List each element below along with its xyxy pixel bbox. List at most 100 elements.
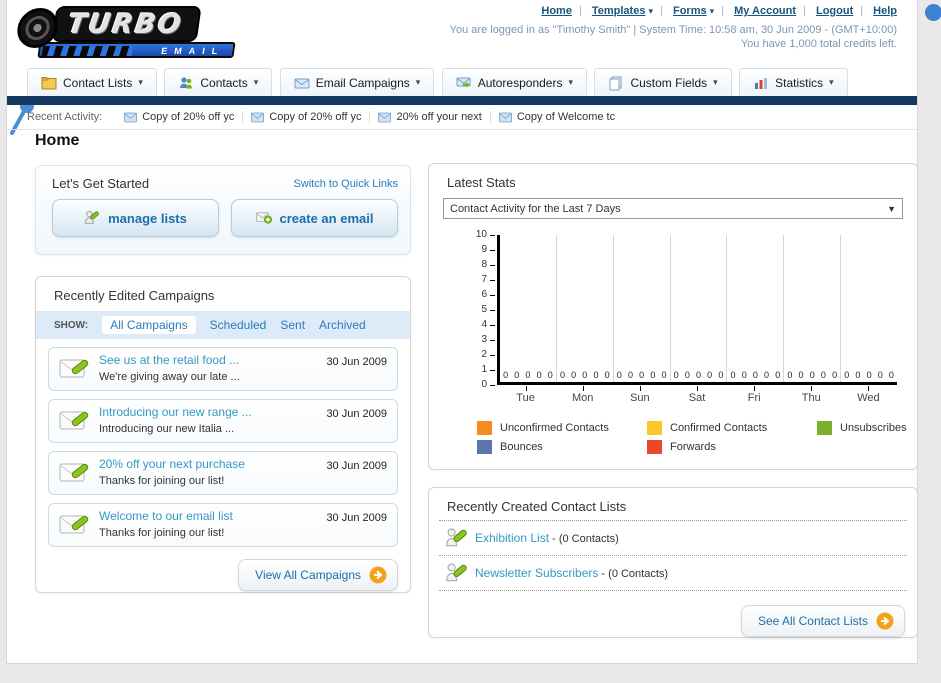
legend-swatch <box>647 421 662 435</box>
chart-value-label: 0 <box>888 370 894 380</box>
campaign-date: 30 Jun 2009 <box>326 460 387 472</box>
legend-swatch <box>647 440 662 454</box>
campaign-subtitle: Introducing our new Italia ... <box>99 423 235 435</box>
recent-activity-item[interactable]: 20% off your next <box>370 111 491 123</box>
chart-value-label: 0 <box>627 370 633 380</box>
chart-value-label: 0 <box>844 370 850 380</box>
stats-period-select[interactable]: Contact Activity for the Last 7 Days ▼ <box>443 198 903 219</box>
y-axis-tick-label: 10 <box>475 229 487 240</box>
bar-chart-icon <box>755 77 768 89</box>
navy-divider-bar <box>7 96 917 105</box>
legend-item: Bounces <box>477 440 647 454</box>
recent-activity-item[interactable]: Copy of 20% off yc <box>116 111 244 123</box>
see-all-contact-lists-button[interactable]: See All Contact Lists <box>740 605 905 637</box>
chart-value-label: 0 <box>696 370 702 380</box>
campaign-link[interactable]: Introducing our new range ... <box>99 405 326 419</box>
person-pencil-icon <box>446 528 467 547</box>
chart-day-group: 00000 <box>555 235 613 382</box>
create-email-button[interactable]: create an email <box>231 199 398 237</box>
tab-label: Email Campaigns <box>315 75 410 90</box>
chevron-down-icon: ▾ <box>648 6 654 16</box>
chart-day-group: 00000 <box>500 235 556 382</box>
nav-my-account-link[interactable]: My Account <box>734 5 796 17</box>
chevron-down-icon: ▾ <box>415 77 421 87</box>
campaign-link[interactable]: 20% off your next purchase <box>99 457 326 471</box>
chart-value-label: 0 <box>639 370 645 380</box>
chart-value-labels: 00000 <box>671 370 727 380</box>
nav-forms-link[interactable]: Forms <box>673 5 707 17</box>
chart-value-label: 0 <box>730 370 736 380</box>
nav-templates-link[interactable]: Templates <box>592 5 646 17</box>
chart-value-label: 0 <box>582 370 588 380</box>
envelope-plus-icon <box>255 212 272 224</box>
nav-logout-link[interactable]: Logout <box>816 5 853 17</box>
pages-icon <box>609 76 622 90</box>
get-started-panel: Let's Get Started Switch to Quick Links … <box>35 165 411 255</box>
switch-quick-links[interactable]: Switch to Quick Links <box>293 178 398 190</box>
manage-lists-button[interactable]: manage lists <box>52 199 219 237</box>
chart-x-labels: Tue Mon Sun Sat Fri Thu Wed <box>497 386 897 404</box>
tab-label: Contact Lists <box>63 75 133 90</box>
envelope-pencil-icon <box>59 463 89 482</box>
x-axis-tick-label: Sat <box>668 386 725 404</box>
filter-archived[interactable]: Archived <box>319 318 366 332</box>
chart-value-label: 0 <box>741 370 747 380</box>
chart-value-label: 0 <box>616 370 622 380</box>
recent-activity-text: Copy of Welcome tc <box>516 111 616 123</box>
tab-contact-lists[interactable]: Contact Lists ▾ <box>27 68 157 96</box>
y-axis-tick <box>490 370 495 371</box>
campaign-row[interactable]: 20% off your next purchase Thanks for joi… <box>48 451 398 495</box>
campaign-row[interactable]: Welcome to our email list Thanks for join… <box>48 503 398 547</box>
chart-legend: Unconfirmed Contacts Confirmed Contacts Un… <box>477 421 917 454</box>
legend-item: Confirmed Contacts <box>647 421 817 435</box>
envelope-pencil-icon <box>59 411 89 430</box>
chart-value-label: 0 <box>661 370 667 380</box>
nav-home-link[interactable]: Home <box>541 5 572 17</box>
legend-label: Forwards <box>670 441 716 453</box>
campaign-subtitle: Thanks for joining our list! <box>99 475 225 487</box>
chart-value-label: 0 <box>787 370 793 380</box>
tab-custom-fields[interactable]: Custom Fields ▾ <box>594 68 732 96</box>
logo-title: TURBO <box>51 6 202 42</box>
legend-item: Forwards <box>647 440 817 454</box>
contact-list-row[interactable]: Exhibition List - (0 Contacts) <box>429 521 917 555</box>
chart-value-label: 0 <box>604 370 610 380</box>
campaign-row[interactable]: Introducing our new range ... Introducing… <box>48 399 398 443</box>
recent-activity-item[interactable]: Copy of 20% off yc <box>243 111 371 123</box>
people-icon <box>180 76 193 88</box>
campaign-subtitle: We're giving away our late ... <box>99 371 240 383</box>
recent-activity-bar: Recent Activity: Copy of 20% off yc Copy… <box>7 105 917 130</box>
contact-list-row[interactable]: Newsletter Subscribers - (0 Contacts) <box>429 556 917 590</box>
campaign-filter-bar: SHOW: All Campaigns Scheduled Sent Archi… <box>36 311 410 339</box>
tab-contacts[interactable]: Contacts ▾ <box>164 68 273 96</box>
y-axis-tick-label: 4 <box>481 319 487 330</box>
status-line-1: You are logged in as "Timothy Smith" | S… <box>449 24 897 36</box>
page-title: Home <box>35 132 80 149</box>
logo-stripes <box>41 46 134 56</box>
person-pencil-icon <box>446 563 467 582</box>
tab-autoresponders[interactable]: Autoresponders ▾ <box>441 68 587 96</box>
chart-value-label: 0 <box>764 370 770 380</box>
y-axis-tick-label: 1 <box>481 364 487 375</box>
campaigns-title: Recently Edited Campaigns <box>54 288 215 303</box>
chart-day-group: 00000 <box>612 235 670 382</box>
filter-scheduled[interactable]: Scheduled <box>210 318 267 332</box>
chart-value-label: 0 <box>775 370 781 380</box>
campaign-link[interactable]: Welcome to our email list <box>99 509 326 523</box>
campaign-row[interactable]: See us at the retail food ... We're givin… <box>48 347 398 391</box>
y-axis-tick <box>490 265 495 266</box>
contact-list-link[interactable]: Newsletter Subscribers <box>475 566 598 580</box>
y-axis-tick-label: 7 <box>481 274 487 285</box>
view-all-campaigns-button[interactable]: View All Campaigns <box>238 559 398 591</box>
tab-statistics[interactable]: Statistics ▾ <box>739 68 848 96</box>
campaign-link[interactable]: See us at the retail food ... <box>99 353 326 367</box>
filter-sent[interactable]: Sent <box>280 318 305 332</box>
tab-email-campaigns[interactable]: Email Campaigns ▾ <box>279 68 435 96</box>
recent-activity-item[interactable]: Copy of Welcome tc <box>491 111 623 123</box>
decorative-corner-dot <box>925 4 941 21</box>
filter-all-campaigns[interactable]: All Campaigns <box>102 316 196 334</box>
y-axis-tick-label: 2 <box>481 349 487 360</box>
chart-day-group: 00000 <box>840 235 897 382</box>
contact-list-link[interactable]: Exhibition List <box>475 531 549 545</box>
nav-help-link[interactable]: Help <box>873 5 897 17</box>
